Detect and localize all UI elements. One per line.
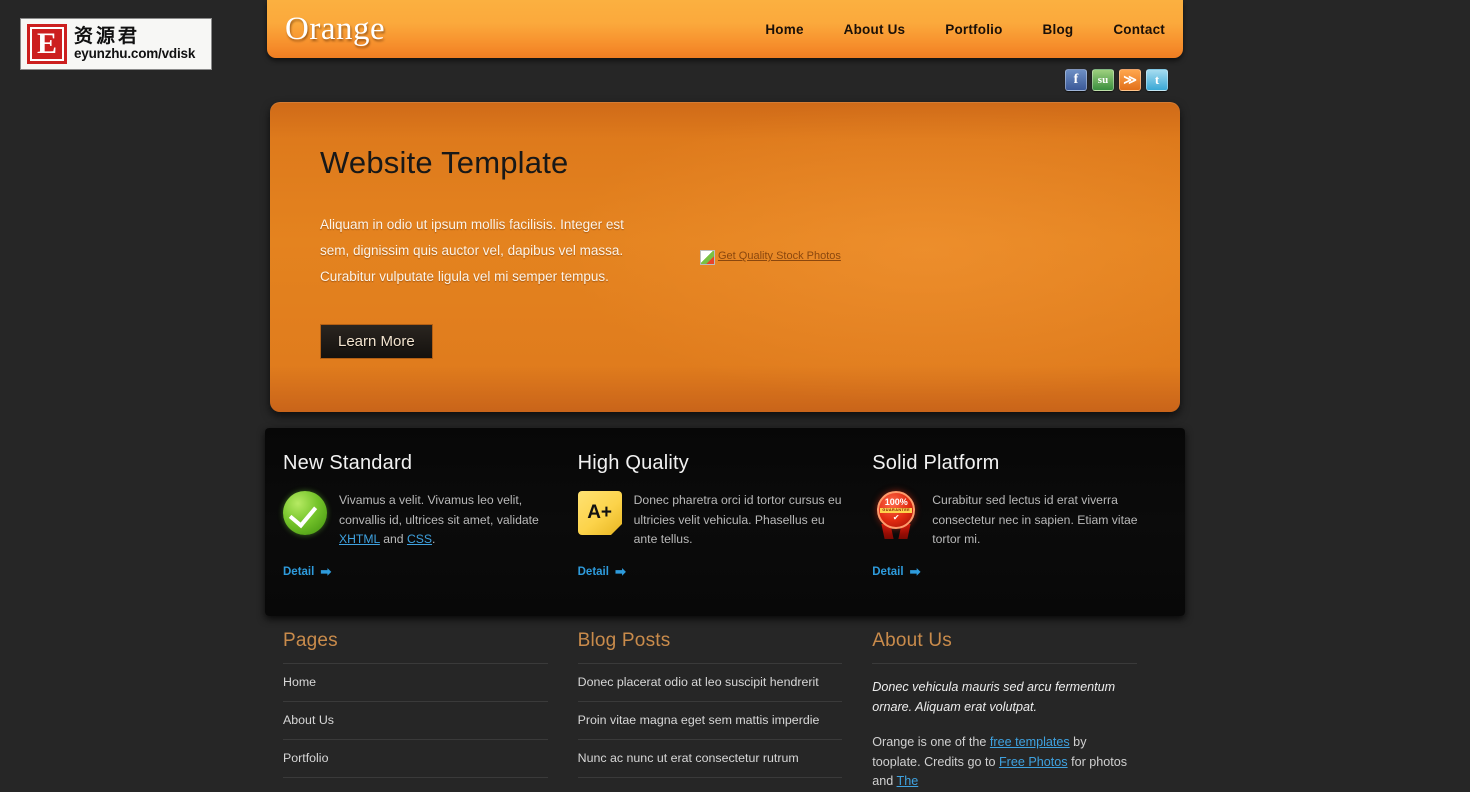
footer-heading-about-us: About Us	[872, 630, 1137, 664]
arrow-right-icon: ➡	[909, 563, 921, 579]
broken-image-icon	[700, 250, 715, 265]
footer-link-about-us[interactable]: About Us	[283, 702, 548, 739]
watermark-url: eyunzhu.com/vdisk	[74, 45, 196, 61]
list-item: Home	[283, 664, 548, 702]
footer-blog-link-2[interactable]: Proin vitae magna eget sem mattis imperd…	[578, 702, 843, 739]
footer-link-portfolio[interactable]: Portfolio	[283, 740, 548, 777]
feature-title: High Quality	[577, 452, 689, 474]
feature-column-solid-platform: Solid Platform 100% GUARANTEE ✔ Curabitu…	[872, 452, 1167, 616]
feature-column-new-standard: New Standard Vivamus a velit. Vivamus le…	[283, 452, 578, 616]
badge-disc: 100% GUARANTEE ✔	[877, 491, 916, 529]
free-templates-link[interactable]: free templates	[990, 735, 1070, 749]
footer: Pages Home About Us Portfolio Blog Posts…	[265, 630, 1185, 792]
banner-paragraph: Aliquam in odio ut ipsum mollis facilisi…	[320, 217, 624, 284]
list-item: Proin vitae magna eget sem mattis imperd…	[577, 702, 843, 740]
about-italic-text: Donec vehicula mauris sed arcu fermentum…	[872, 680, 1116, 714]
watermark-chinese-text: 资源君	[74, 24, 141, 47]
about-text-1: Orange is one of the	[872, 735, 990, 749]
feature-text: Vivamus a velit. Vivamus leo velit, conv…	[339, 491, 552, 550]
broken-image-alt-text: Get Quality Stock Photos	[718, 250, 841, 262]
detail-link-solid-platform[interactable]: Detail ➡	[872, 564, 920, 580]
list-item: About Us	[283, 702, 548, 740]
list-item: Portfolio	[283, 740, 548, 778]
social-links: f su ≫ t	[265, 58, 1185, 102]
badge-check-icon: ✔	[892, 513, 900, 523]
watermark-logo: E 资源君 eyunzhu.com/vdisk	[20, 18, 212, 70]
footer-section-blog-posts: Blog Posts Donec placerat odio at leo su…	[577, 630, 873, 792]
free-photos-link[interactable]: Free Photos	[999, 755, 1068, 769]
twitter-icon[interactable]: t	[1146, 69, 1168, 91]
arrow-right-icon: ➡	[320, 563, 332, 579]
green-check-icon	[283, 491, 327, 535]
page-container: Orange Home About Us Portfolio Blog Cont…	[265, 0, 1185, 788]
watermark-text: 资源君 eyunzhu.com/vdisk	[74, 24, 196, 62]
footer-section-about-us: About Us Donec vehicula mauris sed arcu …	[872, 630, 1167, 792]
the-link[interactable]: The	[897, 774, 919, 788]
feature-row: Vivamus a velit. Vivamus leo velit, conv…	[283, 491, 552, 550]
facebook-icon[interactable]: f	[1065, 69, 1087, 91]
main-navigation: Home About Us Portfolio Blog Contact	[765, 22, 1165, 37]
nav-item-portfolio[interactable]: Portfolio	[945, 22, 1002, 37]
feature-text-before: Vivamus a velit. Vivamus leo velit, conv…	[339, 493, 539, 527]
footer-blog-link-3[interactable]: Nunc ac nunc ut erat consectetur rutrum	[578, 740, 843, 777]
site-logo[interactable]: Orange	[285, 11, 385, 48]
footer-blog-link-1[interactable]: Donec placerat odio at leo suscipit hend…	[578, 664, 843, 701]
footer-section-pages: Pages Home About Us Portfolio	[283, 630, 578, 792]
list-item: Donec placerat odio at leo suscipit hend…	[577, 664, 843, 702]
list-item: Nunc ac nunc ut erat consectetur rutrum	[577, 740, 843, 778]
broken-image-placeholder[interactable]: Get Quality Stock Photos	[700, 250, 841, 265]
nav-item-blog[interactable]: Blog	[1043, 22, 1074, 37]
detail-link-new-standard[interactable]: Detail ➡	[283, 564, 331, 580]
learn-more-button[interactable]: Learn More	[320, 324, 433, 359]
guarantee-badge-icon: 100% GUARANTEE ✔	[872, 491, 920, 539]
feature-text-after: .	[432, 532, 436, 546]
watermark-e-box: E	[27, 24, 67, 64]
footer-pages-list: Home About Us Portfolio	[283, 664, 548, 778]
detail-link-high-quality[interactable]: Detail ➡	[578, 564, 626, 580]
a-plus-note-icon: A+	[577, 491, 622, 535]
nav-item-about-us[interactable]: About Us	[844, 22, 906, 37]
detail-label: Detail	[283, 565, 315, 578]
detail-label: Detail	[577, 565, 609, 578]
arrow-right-icon: ➡	[614, 563, 626, 579]
footer-link-home[interactable]: Home	[283, 664, 548, 701]
footer-blog-list: Donec placerat odio at leo suscipit hend…	[577, 664, 843, 778]
feature-title: Solid Platform	[872, 452, 1000, 474]
feature-row: 100% GUARANTEE ✔ Curabitur sed lectus id…	[872, 491, 1141, 550]
css-link[interactable]: CSS	[407, 532, 432, 546]
feature-text: Donec pharetra orci id tortor cursus eu …	[633, 493, 842, 546]
hero-banner: Website Template Aliquam in odio ut ipsu…	[270, 102, 1180, 412]
site-header: Orange Home About Us Portfolio Blog Cont…	[267, 0, 1183, 58]
rss-icon[interactable]: ≫	[1119, 69, 1141, 91]
stumbleupon-icon[interactable]: su	[1092, 69, 1114, 91]
features-section: New Standard Vivamus a velit. Vivamus le…	[265, 428, 1185, 616]
feature-text: Curabitur sed lectus id erat viverra con…	[932, 493, 1138, 546]
feature-text-mid: and	[379, 532, 407, 546]
detail-label: Detail	[872, 565, 904, 578]
footer-heading-blog-posts: Blog Posts	[577, 630, 843, 664]
feature-column-high-quality: High Quality A+ Donec pharetra orci id t…	[577, 452, 873, 616]
banner-title: Website Template	[320, 145, 569, 180]
footer-heading-pages: Pages	[283, 630, 548, 664]
badge-percent: 100%	[884, 496, 908, 507]
nav-item-home[interactable]: Home	[765, 22, 803, 37]
nav-item-contact[interactable]: Contact	[1113, 22, 1165, 37]
feature-title: New Standard	[283, 452, 413, 474]
about-credits-text: Orange is one of the free templates by t…	[872, 733, 1137, 792]
xhtml-link[interactable]: XHTML	[339, 532, 380, 546]
feature-row: A+ Donec pharetra orci id tortor cursus …	[577, 491, 847, 550]
